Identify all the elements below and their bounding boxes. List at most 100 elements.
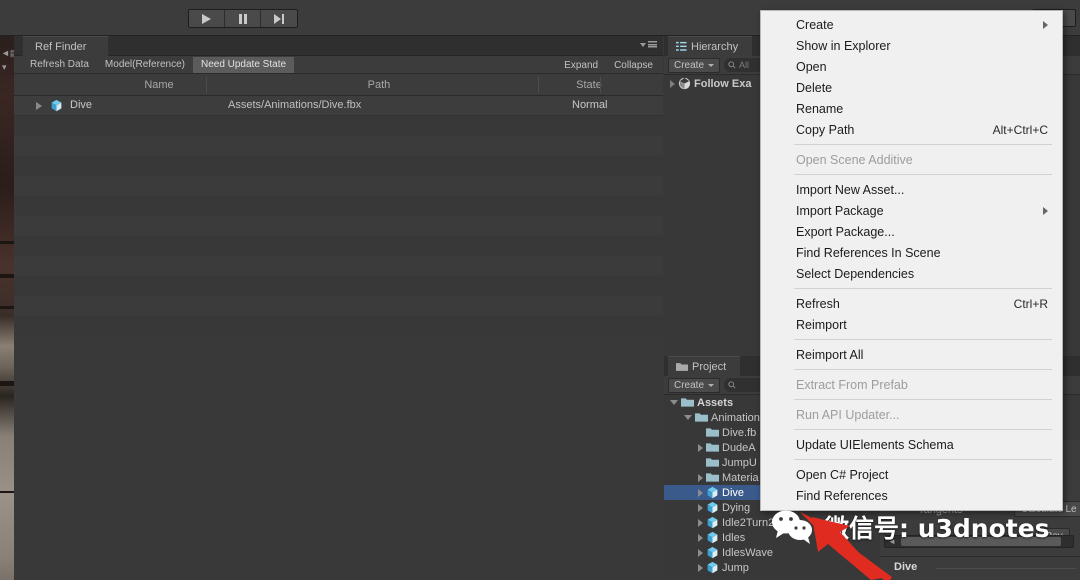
empty-row: [14, 216, 663, 236]
collapse-triangle-icon[interactable]: [684, 415, 692, 420]
scrollbar-thumb[interactable]: [901, 537, 1061, 546]
ref-finder-toolbar: Refresh Data Model(Reference) Need Updat…: [14, 56, 663, 74]
menu-item-label: Show in Explorer: [796, 39, 891, 53]
scene-view-sliver[interactable]: [0, 36, 14, 580]
divider: [936, 568, 1076, 569]
table-row[interactable]: Dive Assets/Animations/Dive.fbx Normal: [14, 96, 663, 116]
pause-icon: [238, 13, 248, 25]
empty-row: [14, 116, 663, 136]
expand-triangle-icon[interactable]: [698, 564, 703, 572]
menu-item-delete[interactable]: Delete: [761, 77, 1062, 98]
expand-triangle-icon[interactable]: [670, 80, 675, 88]
menu-item-reimport[interactable]: Reimport: [761, 314, 1062, 335]
model-asset-icon: [706, 546, 719, 559]
menu-item-find-references-in-scene[interactable]: Find References In Scene: [761, 242, 1062, 263]
search-icon: [728, 61, 736, 69]
menu-separator: [794, 144, 1052, 145]
tab-hierarchy[interactable]: Hierarchy: [668, 36, 752, 56]
menu-item-open-scene-additive: Open Scene Additive: [761, 149, 1062, 170]
expand-triangle-icon[interactable]: [698, 534, 703, 542]
chevron-down-icon: [708, 64, 714, 67]
expand-triangle-icon[interactable]: [698, 549, 703, 557]
menu-item-select-dependencies[interactable]: Select Dependencies: [761, 263, 1062, 284]
inspector-scrollbar[interactable]: ◄: [884, 535, 1074, 548]
menu-item-create[interactable]: Create: [761, 14, 1062, 35]
chevron-down-icon[interactable]: ▾: [2, 62, 7, 73]
expand-triangle-icon[interactable]: [698, 519, 703, 527]
menu-item-find-references[interactable]: Find References: [761, 485, 1062, 506]
project-tree-item-label: Assets: [697, 397, 733, 409]
step-button[interactable]: [261, 10, 297, 27]
menu-item-show-in-explorer[interactable]: Show in Explorer: [761, 35, 1062, 56]
menu-item-refresh[interactable]: Refresh Ctrl+R: [761, 293, 1062, 314]
chevron-down-icon: [708, 384, 714, 387]
menu-separator: [794, 288, 1052, 289]
menu-item-shortcut: Ctrl+R: [1014, 297, 1048, 311]
expand-triangle-icon[interactable]: [698, 489, 703, 497]
menu-item-open-c-project[interactable]: Open C# Project: [761, 464, 1062, 485]
hamburger-icon: [648, 41, 657, 48]
model-asset-icon: [706, 486, 719, 499]
model-reference-button[interactable]: Model(Reference): [97, 57, 193, 73]
panel-options-button[interactable]: [640, 41, 657, 48]
ref-finder-column-headers: Name Path State: [14, 74, 663, 96]
empty-row: [14, 196, 663, 216]
unity-editor-window: La ◄▤ ▾ Ref Finder Refresh Data Model(Re…: [0, 0, 1080, 580]
project-tree-item-label: Materia: [722, 472, 759, 484]
menu-separator: [794, 174, 1052, 175]
project-tree-item-label: Dive: [722, 487, 744, 499]
menu-item-import-new-asset[interactable]: Import New Asset...: [761, 179, 1062, 200]
tab-label: Hierarchy: [691, 41, 738, 53]
collapse-triangle-icon[interactable]: [670, 400, 678, 405]
menu-item-run-api-updater: Run API Updater...: [761, 404, 1062, 425]
tab-label: Ref Finder: [35, 41, 86, 53]
column-header-name[interactable]: Name: [114, 74, 204, 96]
scroll-left-arrow-icon[interactable]: ◄: [888, 537, 896, 546]
asset-name-label: Dive: [894, 561, 917, 573]
tab-project[interactable]: Project: [668, 356, 740, 376]
column-header-path[interactable]: Path: [334, 74, 424, 96]
step-icon: [273, 13, 285, 25]
need-update-state-button[interactable]: Need Update State: [193, 57, 294, 73]
tab-ref-finder[interactable]: Ref Finder: [22, 36, 109, 56]
model-asset-icon: [706, 516, 719, 529]
folder-icon: [706, 456, 719, 469]
menu-item-import-package[interactable]: Import Package: [761, 200, 1062, 221]
pause-button[interactable]: [225, 10, 261, 27]
refresh-data-button[interactable]: Refresh Data: [22, 57, 97, 73]
inspector-preview-header: Dive: [880, 556, 1080, 580]
expand-triangle-icon[interactable]: [698, 474, 703, 482]
menu-item-reimport-all[interactable]: Reimport All: [761, 344, 1062, 365]
hierarchy-create-button[interactable]: Create: [668, 58, 720, 73]
search-placeholder: All: [739, 60, 749, 70]
expand-button[interactable]: Expand: [556, 57, 606, 73]
expand-triangle-icon[interactable]: [698, 504, 703, 512]
menu-item-open[interactable]: Open: [761, 56, 1062, 77]
asset-context-menu[interactable]: Create Show in Explorer Open DeleteRenameCo…: [760, 10, 1063, 511]
menu-item-export-package[interactable]: Export Package...: [761, 221, 1062, 242]
expand-triangle-icon[interactable]: [36, 102, 42, 110]
expand-triangle-icon[interactable]: [698, 444, 703, 452]
create-label: Create: [674, 380, 704, 391]
menu-item-label: Refresh: [796, 297, 840, 311]
playmode-controls[interactable]: [188, 9, 298, 28]
empty-row: [14, 176, 663, 196]
ref-finder-tabbar: Ref Finder: [14, 36, 663, 56]
project-tree-item-label: Dying: [722, 502, 750, 514]
menu-item-copy-path[interactable]: Copy PathAlt+Ctrl+C: [761, 119, 1062, 140]
create-label: Create: [674, 60, 704, 71]
menu-item-update-uielements-schema[interactable]: Update UIElements Schema: [761, 434, 1062, 455]
model-asset-icon: [706, 531, 719, 544]
menu-item-rename[interactable]: Rename: [761, 98, 1062, 119]
column-header-state[interactable]: State: [544, 74, 634, 96]
project-create-button[interactable]: Create: [668, 378, 720, 393]
menu-item-label: Open: [796, 60, 827, 74]
model-asset-icon: [706, 561, 719, 574]
empty-row: [14, 316, 663, 336]
project-tree-item-label: Idle2Turn2: [722, 517, 774, 529]
row-name: Dive: [70, 99, 92, 111]
project-tree-item-label: Jump: [722, 562, 749, 574]
collapse-button[interactable]: Collapse: [606, 57, 661, 73]
play-button[interactable]: [189, 10, 225, 27]
model-asset-icon: [50, 99, 63, 112]
